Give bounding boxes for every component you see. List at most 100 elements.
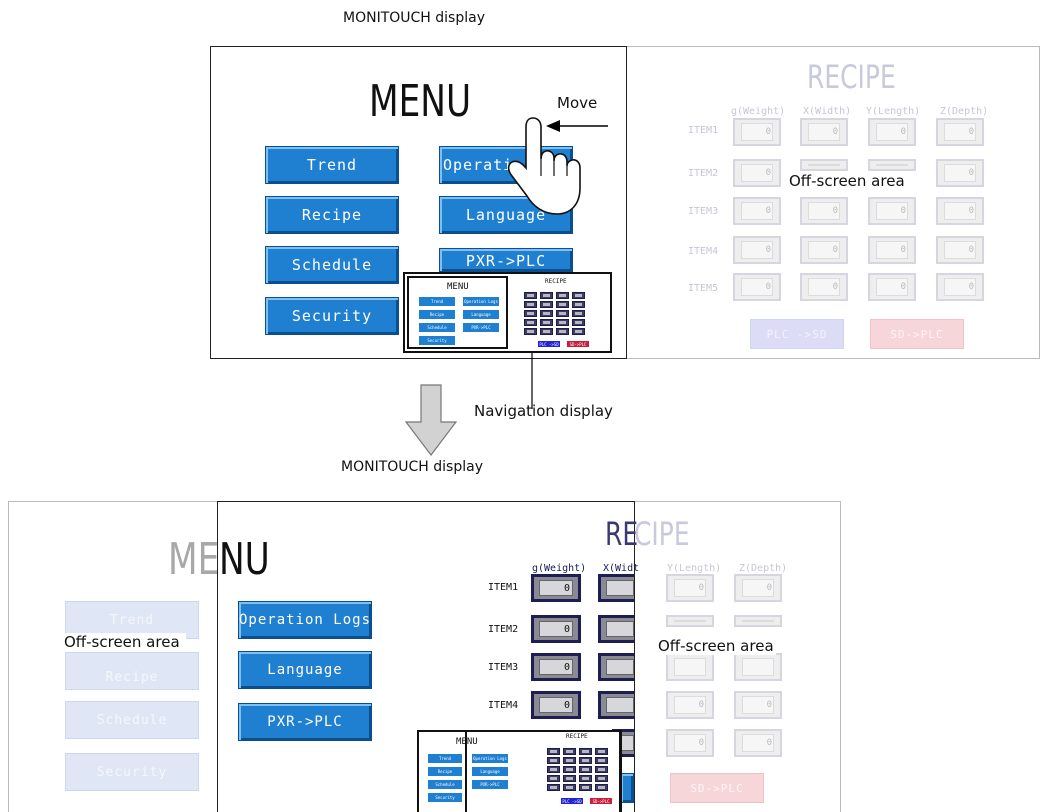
bottom-mini-cell	[595, 784, 608, 791]
top-recipe-cell: 0	[800, 197, 848, 225]
bottom-mini-sd-plc: SD->PLC	[590, 798, 612, 804]
top-schedule-button[interactable]: Schedule	[265, 246, 399, 284]
navigation-leader-line	[531, 353, 533, 409]
top-recipe-cell: 0	[936, 118, 984, 146]
top-mini-cell	[572, 292, 585, 299]
bottom-col-label: X(Widt	[603, 563, 640, 574]
navigation-display-label: Navigation display	[474, 402, 613, 420]
bottom-mini-cell	[547, 757, 560, 764]
bottom-pxr-plc-button[interactable]: PXR->PLC	[238, 703, 372, 741]
bottom-row-label: ITEM4	[488, 700, 519, 711]
bottom-row-label: ITEM2	[488, 624, 519, 635]
bottom-security-button-offscreen: Security	[65, 753, 199, 791]
bottom-mini-cell	[563, 748, 576, 755]
bottom-mini-recipe-title: RECIPE	[566, 733, 588, 740]
bottom-display-caption: MONITOUCH display	[341, 459, 483, 475]
top-menu-title: MENU	[369, 76, 472, 127]
top-recipe-cell: 0	[733, 236, 781, 264]
bottom-recipe-cell-offscreen	[666, 653, 714, 681]
top-mini-button: Operation Logs	[463, 297, 499, 306]
bottom-mini-cell	[547, 775, 560, 782]
bottom-mini-menu-title: MENU	[456, 737, 478, 747]
top-recipe-cell: 0	[868, 118, 916, 146]
top-recipe-cell: 0	[936, 197, 984, 225]
bottom-recipe-cell-offscreen: 0	[666, 729, 714, 757]
top-recipe-cell: 0	[868, 273, 916, 301]
top-offscreen-label: Off-screen area	[788, 172, 906, 190]
top-mini-recipe-title: RECIPE	[545, 278, 567, 285]
bottom-recipe-cell-offscreen: 0	[734, 574, 782, 602]
bottom-mini-cell	[595, 775, 608, 782]
bottom-menu-title-offscreen: ME	[168, 534, 220, 585]
top-mini-cell	[556, 301, 569, 308]
hand-pointer-icon	[507, 117, 581, 215]
top-recipe-cell: 0	[936, 273, 984, 301]
top-col-label: g(Weight)	[731, 106, 786, 117]
top-col-label: Y(Length)	[866, 106, 921, 117]
top-mini-button: Recipe	[419, 310, 455, 319]
top-row-label: ITEM1	[688, 125, 719, 136]
top-mini-cell	[556, 310, 569, 317]
top-mini-cell	[556, 292, 569, 299]
top-row-label: ITEM4	[688, 246, 719, 257]
bottom-mini-plc-sd: PLC ->SD	[561, 798, 583, 804]
top-mini-cell	[524, 292, 537, 299]
top-recipe-cell: 0	[800, 236, 848, 264]
bottom-mini-cell	[579, 784, 592, 791]
bottom-plc-sd-button-partial[interactable]	[620, 773, 634, 803]
top-mini-cell	[556, 319, 569, 326]
top-mini-cell	[540, 328, 553, 335]
top-mini-button: Language	[463, 310, 499, 319]
bottom-mini-button: Operation Logs	[472, 754, 508, 763]
bottom-operation-logs-button[interactable]: Operation Logs	[238, 601, 372, 639]
bottom-mini-button: Schedule	[428, 780, 462, 789]
top-mini-menu-title: MENU	[447, 282, 469, 292]
top-recipe-button[interactable]: Recipe	[265, 196, 399, 234]
top-recipe-cell: 0	[733, 273, 781, 301]
bottom-recipe-cell-offscreen	[734, 653, 782, 681]
top-plc-sd-button: PLC ->SD	[750, 319, 844, 349]
top-row-label: ITEM2	[688, 168, 719, 179]
top-mini-cell	[572, 310, 585, 317]
top-recipe-title: RECIPE	[807, 58, 896, 96]
bottom-mini-button: PXR->PLC	[472, 780, 508, 789]
top-mini-cell	[524, 301, 537, 308]
bottom-schedule-button-offscreen: Schedule	[65, 701, 199, 739]
top-mini-cell	[540, 319, 553, 326]
top-recipe-cell: 0	[800, 273, 848, 301]
top-mini-sd-plc: SD->PLC	[567, 341, 589, 347]
bottom-recipe-cell: 0	[531, 691, 581, 719]
bottom-language-button[interactable]: Language	[238, 651, 372, 689]
bottom-recipe-cell-offscreen: 0	[734, 691, 782, 719]
bottom-recipe-cell-partial	[598, 653, 634, 681]
top-recipe-cell: 0	[733, 118, 781, 146]
top-recipe-cell: 0	[733, 197, 781, 225]
top-pxr-plc-button[interactable]: PXR->PLC	[439, 248, 573, 272]
top-mini-plc-sd: PLC ->SD	[538, 341, 560, 347]
top-recipe-cell: 0	[936, 159, 984, 187]
bottom-recipe-cell-partial	[598, 574, 634, 602]
top-security-button[interactable]: Security	[265, 297, 399, 335]
top-mini-cell	[572, 319, 585, 326]
bottom-row-label: ITEM3	[488, 662, 519, 673]
top-display-caption: MONITOUCH display	[343, 10, 485, 26]
bottom-mini-cell	[579, 775, 592, 782]
top-recipe-cell: 0	[936, 236, 984, 264]
bottom-mini-cell	[563, 775, 576, 782]
top-mini-cell	[572, 301, 585, 308]
bottom-mini-cell	[579, 757, 592, 764]
top-recipe-cell: 0	[733, 159, 781, 187]
top-mini-button: Trend	[419, 297, 455, 306]
bottom-col-label: Y(Length)	[667, 563, 722, 574]
bottom-mini-cell	[595, 766, 608, 773]
top-mini-button: Schedule	[419, 323, 455, 332]
bottom-mini-button: Recipe	[428, 767, 462, 776]
top-mini-cell	[524, 319, 537, 326]
bottom-recipe-cell: 0	[531, 574, 581, 602]
bottom-recipe-cell-offscreen: 0	[666, 574, 714, 602]
top-trend-button[interactable]: Trend	[265, 146, 399, 184]
bottom-mini-cell	[563, 757, 576, 764]
down-arrow-icon	[405, 384, 457, 456]
top-recipe-cell: 0	[868, 236, 916, 264]
top-col-label: Z(Depth)	[940, 106, 989, 117]
